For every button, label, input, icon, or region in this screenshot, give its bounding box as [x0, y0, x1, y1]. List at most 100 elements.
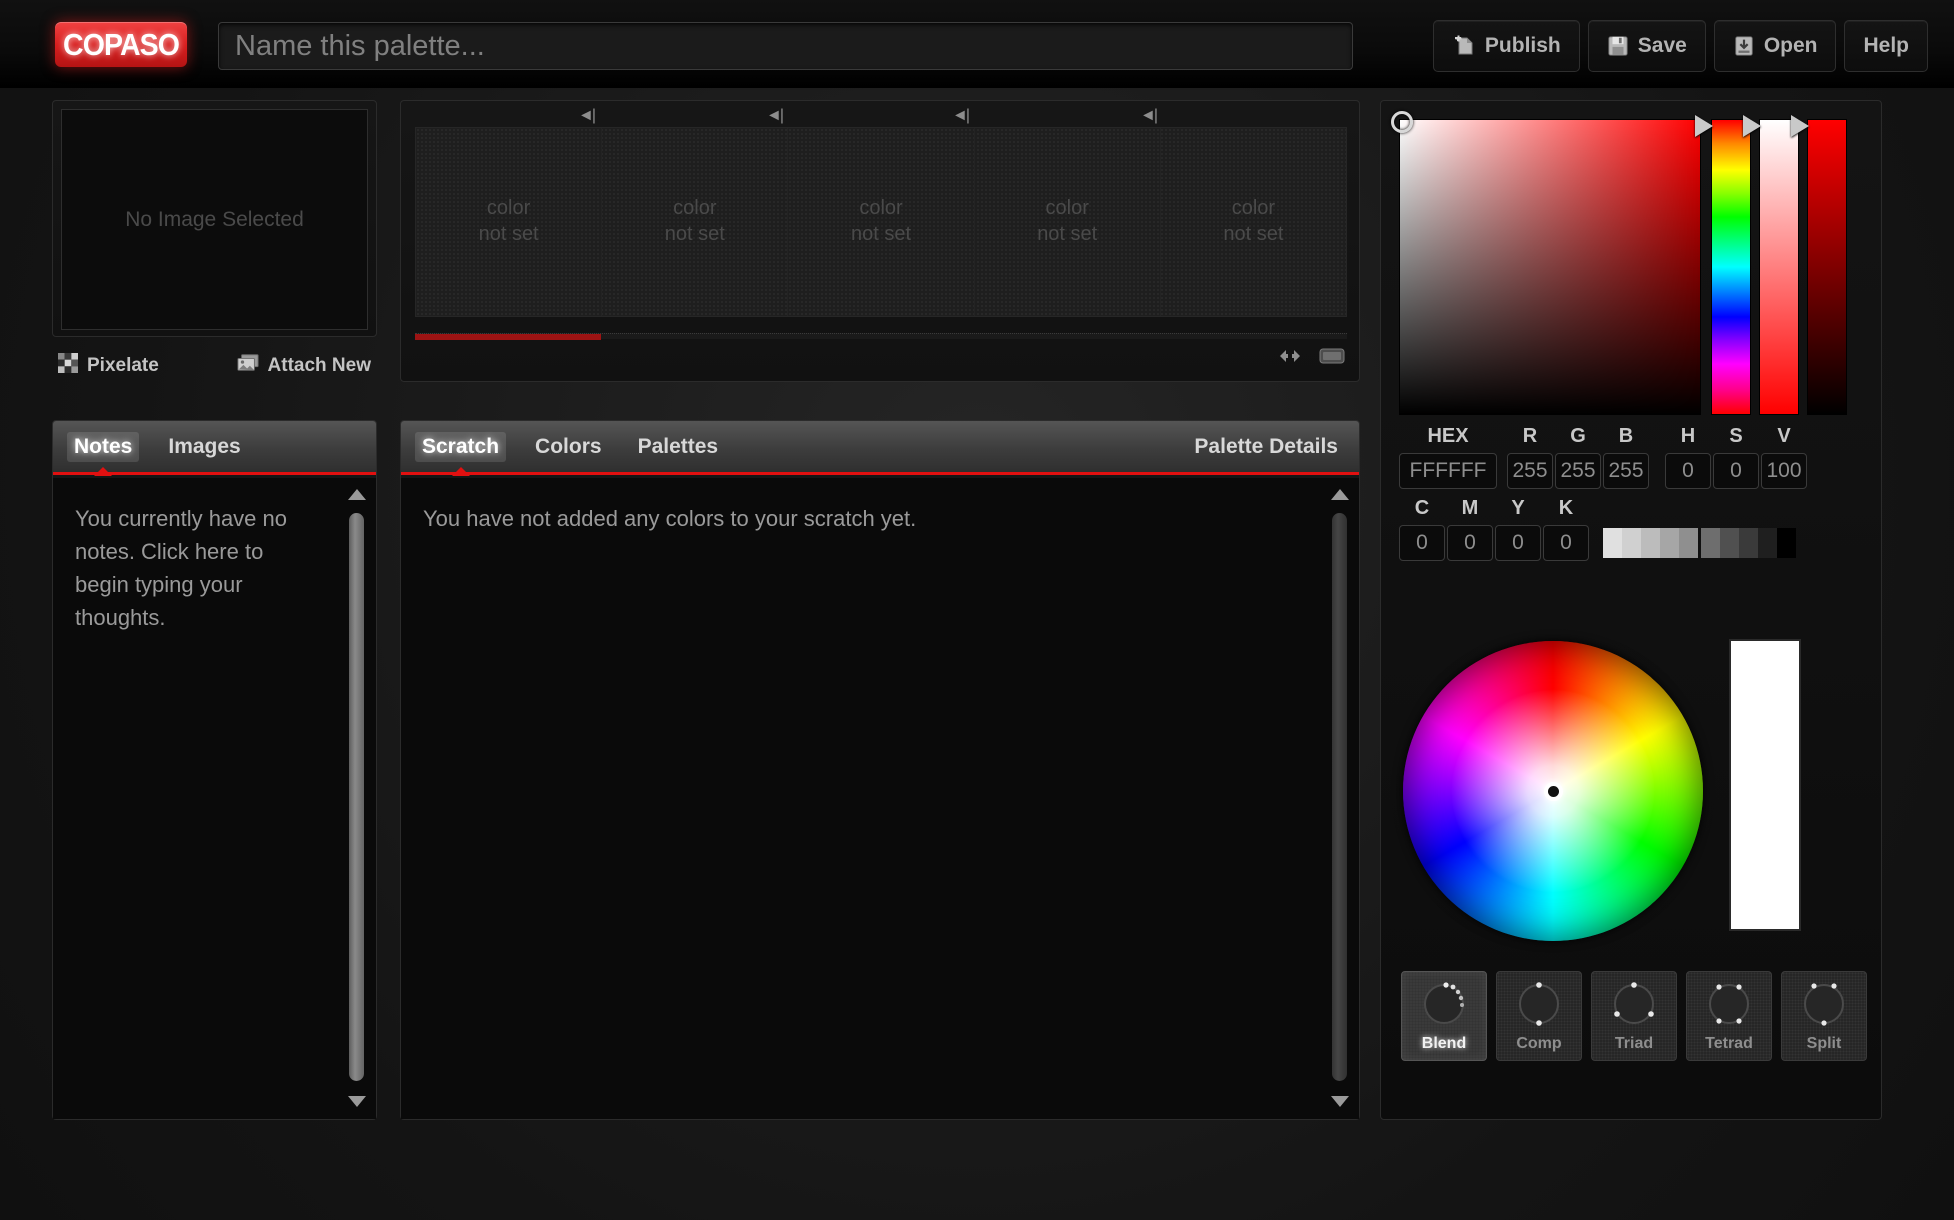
palette-slot-line1: color	[673, 197, 717, 220]
harmony-tetrad-button[interactable]: Tetrad	[1686, 971, 1772, 1061]
color-swatch[interactable]	[1603, 528, 1622, 558]
palette-slot[interactable]: color not set	[416, 128, 603, 316]
v-input[interactable]	[1761, 453, 1807, 489]
s-input[interactable]	[1713, 453, 1759, 489]
g-label: G	[1570, 425, 1586, 447]
split-dial-icon	[1796, 977, 1852, 1031]
color-swatch[interactable]	[1679, 528, 1698, 558]
hue-slider[interactable]	[1695, 115, 1751, 415]
notes-scroll-up-arrow[interactable]	[348, 489, 366, 500]
harmony-blend-button[interactable]: Blend	[1401, 971, 1487, 1061]
publish-icon	[1452, 34, 1476, 58]
scratch-scroll-thumb[interactable]	[1332, 513, 1347, 1081]
tab-colors[interactable]: Colors	[528, 432, 609, 462]
color-wheel[interactable]	[1403, 641, 1703, 941]
color-swatch[interactable]	[1777, 528, 1796, 558]
y-input[interactable]	[1495, 525, 1541, 561]
palette-divider-handle-3[interactable]: ◄|►	[949, 105, 971, 146]
palette-slot-line2: not set	[478, 223, 539, 245]
color-wheel-cursor[interactable]	[1544, 782, 1563, 801]
palette-slot-line1: color	[1045, 197, 1089, 220]
harmony-comp-button[interactable]: Comp	[1496, 971, 1582, 1061]
saturation-value-square[interactable]	[1391, 111, 1701, 415]
value-slider[interactable]	[1791, 115, 1847, 415]
color-swatch[interactable]	[1701, 528, 1720, 558]
tab-scratch[interactable]: Scratch	[415, 431, 507, 462]
saturation-slider[interactable]	[1743, 115, 1799, 415]
r-label: R	[1522, 425, 1538, 447]
g-input[interactable]	[1555, 453, 1601, 489]
palette-slot-line1: color	[859, 197, 903, 220]
palette-slot-line2: not set	[1223, 223, 1284, 245]
sv-cursor[interactable]	[1391, 111, 1413, 133]
color-swatch[interactable]	[1622, 528, 1641, 558]
open-folder-icon	[1733, 35, 1755, 57]
harmony-triad-label: Triad	[1614, 1035, 1654, 1052]
b-input[interactable]	[1603, 453, 1649, 489]
m-input[interactable]	[1447, 525, 1493, 561]
scratch-body[interactable]: You have not added any colors to your sc…	[401, 478, 1359, 1119]
copaso-app: COPASO Publish	[0, 0, 1954, 1220]
scratch-scroll-up-arrow[interactable]	[1331, 489, 1349, 500]
value-slider-knob[interactable]	[1791, 115, 1809, 137]
attach-new-button[interactable]: Attach New	[236, 353, 371, 379]
harmony-button-group: Blend Comp Triad Tetrad Split	[1401, 971, 1867, 1061]
publish-button[interactable]: Publish	[1432, 20, 1580, 72]
harmony-triad-button[interactable]: Triad	[1591, 971, 1677, 1061]
saturation-slider-knob[interactable]	[1743, 115, 1761, 137]
color-swatch[interactable]	[1720, 528, 1739, 558]
color-swatch[interactable]	[1758, 528, 1777, 558]
palette-name-input[interactable]	[218, 22, 1353, 70]
hue-slider-knob[interactable]	[1695, 115, 1713, 137]
palette-slot[interactable]: color not set	[602, 128, 789, 316]
no-image-label: No Image Selected	[125, 207, 304, 231]
color-picker-panel: HEX R G B H S V C M Y K	[1380, 100, 1882, 1120]
tab-palettes[interactable]: Palettes	[631, 432, 726, 462]
open-label: Open	[1763, 34, 1818, 57]
app-logo[interactable]: COPASO	[55, 22, 187, 67]
help-button[interactable]: Help	[1844, 20, 1928, 72]
y-label: Y	[1511, 497, 1525, 519]
color-swatch[interactable]	[1739, 528, 1758, 558]
fullscreen-icon[interactable]	[1319, 347, 1345, 370]
harmony-comp-label: Comp	[1516, 1035, 1562, 1052]
complement-dial-icon	[1511, 977, 1567, 1031]
open-button[interactable]: Open	[1713, 20, 1837, 72]
top-bar: COPASO Publish	[0, 0, 1954, 88]
notes-scroll-thumb[interactable]	[349, 513, 364, 1081]
scratch-scroll-down-arrow[interactable]	[1331, 1096, 1349, 1107]
palette-slot[interactable]: color not set	[1161, 128, 1346, 316]
palette-progress-track[interactable]	[415, 333, 1347, 340]
pixelate-button[interactable]: Pixelate	[58, 353, 159, 379]
notes-scrollbar[interactable]	[345, 489, 367, 1107]
c-input[interactable]	[1399, 525, 1445, 561]
tab-palette-details[interactable]: Palette Details	[1187, 432, 1345, 462]
hex-input[interactable]	[1399, 453, 1497, 489]
tab-images[interactable]: Images	[161, 432, 247, 462]
k-input[interactable]	[1543, 525, 1589, 561]
tab-notes[interactable]: Notes	[67, 431, 140, 462]
palette-slot[interactable]: color not set	[975, 128, 1161, 316]
h-input[interactable]	[1665, 453, 1711, 489]
save-label: Save	[1637, 34, 1687, 57]
shade-swatch-group[interactable]	[1701, 528, 1796, 558]
notes-scroll-down-arrow[interactable]	[348, 1096, 366, 1107]
r-input[interactable]	[1507, 453, 1553, 489]
palette-divider-handle-4[interactable]: ◄|►	[1137, 105, 1159, 146]
save-button[interactable]: Save	[1587, 20, 1706, 72]
top-button-group: Publish Save Open Help	[1432, 20, 1928, 72]
palette-slot[interactable]: color not set	[788, 128, 975, 316]
color-swatch[interactable]	[1641, 528, 1660, 558]
harmony-split-button[interactable]: Split	[1781, 971, 1867, 1061]
image-dropzone[interactable]: No Image Selected	[61, 109, 368, 330]
palette-divider-handle-2[interactable]: ◄|►	[763, 105, 785, 146]
palette-divider-handle-1[interactable]: ◄|►	[575, 105, 597, 146]
color-swatch[interactable]	[1660, 528, 1679, 558]
notes-body[interactable]: You currently have no notes. Click here …	[53, 478, 376, 1119]
pixelate-icon	[58, 353, 78, 379]
swap-arrows-icon[interactable]	[1275, 347, 1305, 370]
image-panel: No Image Selected	[52, 100, 377, 337]
pixelate-label: Pixelate	[87, 355, 159, 376]
tint-swatch-group[interactable]	[1603, 528, 1698, 558]
scratch-scrollbar[interactable]	[1328, 489, 1350, 1107]
